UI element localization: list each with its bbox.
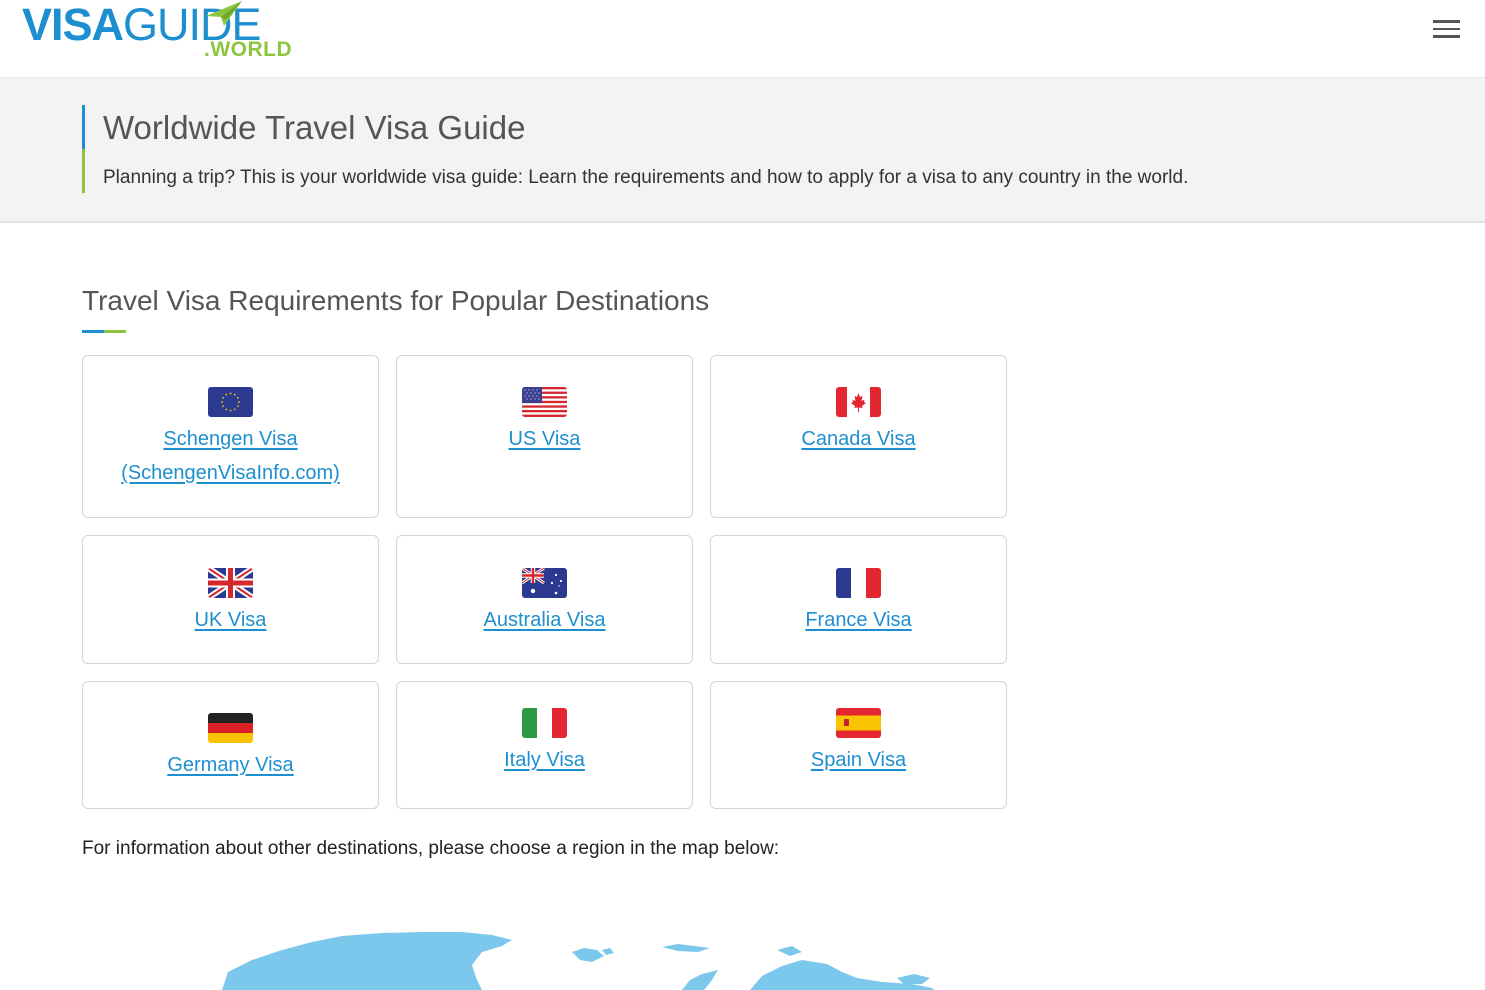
page-title: Worldwide Travel Visa Guide xyxy=(103,109,526,146)
map-island-5 xyxy=(777,946,802,956)
australia-visa-link[interactable]: Australia Visa xyxy=(397,603,692,637)
destination-card-spain[interactable]: Spain Visa xyxy=(710,681,1007,809)
map-region-europe[interactable] xyxy=(682,970,718,990)
map-region-asia[interactable] xyxy=(750,960,934,990)
germany-flag-icon xyxy=(208,713,253,743)
france-visa-link[interactable]: France Visa xyxy=(711,603,1006,637)
destination-card-uk[interactable]: UK Visa xyxy=(82,535,379,664)
intro-banner: Worldwide Travel Visa Guide Planning a t… xyxy=(0,78,1485,223)
hamburger-menu-button[interactable] xyxy=(1431,17,1463,43)
site-logo[interactable]: VISAGUIDE .WORLD xyxy=(22,0,292,62)
map-island-2 xyxy=(572,948,604,962)
uk-flag-icon xyxy=(208,568,253,598)
map-region-north-america[interactable] xyxy=(222,932,512,990)
hamburger-icon xyxy=(1433,20,1460,23)
map-island-6 xyxy=(897,974,930,984)
destination-card-germany[interactable]: Germany Visa xyxy=(82,681,379,809)
spain-flag-icon xyxy=(836,708,881,738)
us-flag-icon xyxy=(522,387,567,417)
schengen-visa-link[interactable]: Schengen Visa (SchengenVisaInfo.com) xyxy=(83,422,378,490)
heading-underline xyxy=(82,330,126,333)
map-island-3 xyxy=(602,948,614,955)
germany-visa-link[interactable]: Germany Visa xyxy=(83,748,378,782)
canada-visa-link[interactable]: Canada Visa xyxy=(711,422,1006,456)
italy-visa-link[interactable]: Italy Visa xyxy=(397,743,692,777)
destination-card-australia[interactable]: Australia Visa xyxy=(396,535,693,664)
france-flag-icon xyxy=(836,568,881,598)
destination-card-italy[interactable]: Italy Visa xyxy=(396,681,693,809)
world-region-map[interactable] xyxy=(82,920,982,990)
paper-plane-icon xyxy=(206,1,242,26)
page-subtitle: Planning a trip? This is your worldwide … xyxy=(103,167,1189,188)
destination-card-us[interactable]: US Visa xyxy=(396,355,693,518)
spain-visa-link[interactable]: Spain Visa xyxy=(711,743,1006,777)
australia-flag-icon xyxy=(522,568,567,598)
canada-flag-icon xyxy=(836,387,881,417)
uk-visa-link[interactable]: UK Visa xyxy=(83,603,378,637)
destination-card-canada[interactable]: Canada Visa xyxy=(710,355,1007,518)
us-visa-link[interactable]: US Visa xyxy=(397,422,692,456)
destination-card-schengen[interactable]: Schengen Visa (SchengenVisaInfo.com) xyxy=(82,355,379,518)
eu-flag-icon xyxy=(208,387,253,417)
banner-content: Worldwide Travel Visa Guide Planning a t… xyxy=(82,105,1188,193)
map-island-4 xyxy=(662,944,710,952)
italy-flag-icon xyxy=(522,708,567,738)
other-destinations-text: For information about other destinations… xyxy=(82,838,780,859)
popular-destinations-heading: Travel Visa Requirements for Popular Des… xyxy=(82,285,710,316)
accent-bar-blue xyxy=(82,105,85,149)
site-header: VISAGUIDE .WORLD xyxy=(0,0,1485,78)
logo-suffix: .WORLD xyxy=(204,38,293,61)
accent-bar-green xyxy=(82,149,85,193)
destination-card-france[interactable]: France Visa xyxy=(710,535,1007,664)
